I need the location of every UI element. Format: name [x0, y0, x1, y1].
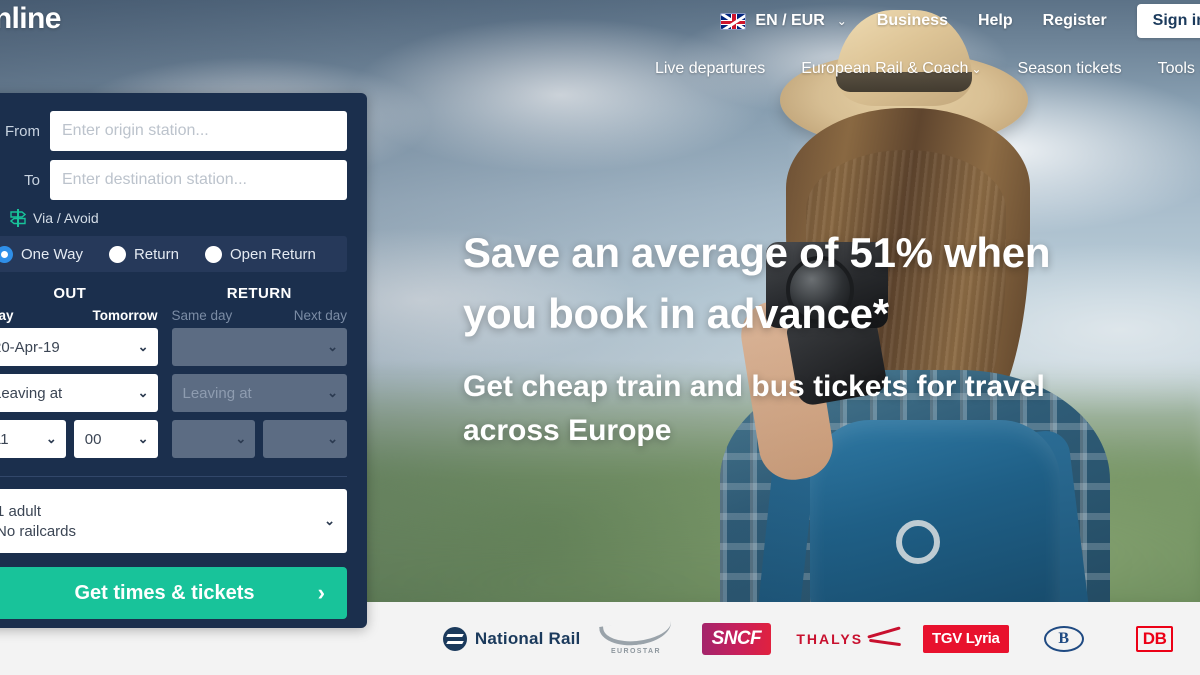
hero-subheadline: Get cheap train and bus tickets for trav… — [463, 370, 1045, 447]
language-currency-label: EN / EUR — [755, 12, 825, 29]
nav-link-register[interactable]: Register — [1043, 12, 1107, 30]
return-hour-select: ⌄ — [171, 420, 256, 458]
destination-station-input[interactable] — [50, 160, 347, 200]
outbound-tab-today[interactable]: oday — [0, 308, 14, 323]
chevron-down-icon: ⌄ — [137, 385, 149, 400]
radio-return-icon — [108, 245, 126, 263]
trip-type-open-return-label: Open Return — [230, 245, 316, 263]
thalys-swoosh-icon — [867, 628, 901, 650]
partner-logo-thalys: THALYS — [784, 628, 913, 650]
origin-station-input[interactable] — [50, 111, 347, 151]
nav-link-european-rail-coach[interactable]: European Rail & Coach ⌄ — [801, 60, 981, 78]
partner-logo-sncf: SNCF — [689, 622, 785, 655]
trainline-homepage: ainline EN / EUR ⌄ Business Help Registe… — [0, 0, 1200, 675]
outbound-date-select[interactable]: 20-Apr-19 ⌄ — [0, 328, 158, 366]
partner-logo-sncb: B — [1018, 625, 1109, 652]
journey-search-panel: From To Via / Avoid One Way Return — [0, 93, 367, 628]
outbound-hour-value: 11 — [0, 430, 9, 448]
chevron-down-icon: ⌄ — [327, 385, 338, 400]
partner-logo-national-rail: National Rail — [440, 626, 583, 651]
language-currency-selector[interactable]: EN / EUR ⌄ — [720, 12, 847, 30]
via-avoid-toggle[interactable]: Via / Avoid — [10, 209, 347, 227]
partner-logo-eurostar: EUROSTAR — [583, 618, 688, 655]
return-time-mode-select: Leaving at ⌄ — [171, 374, 347, 412]
nav-link-live-departures[interactable]: Live departures — [655, 60, 765, 78]
chevron-down-icon: ⌄ — [836, 14, 847, 28]
return-heading: RETURN — [226, 285, 292, 302]
partner-logo-tgv-lyria: TGV Lyria — [913, 624, 1018, 653]
chevron-down-icon: ⌄ — [45, 431, 57, 446]
trip-type-one-way-label: One Way — [21, 245, 83, 263]
nav-link-help[interactable]: Help — [978, 12, 1013, 30]
outbound-date-value: 20-Apr-19 — [0, 338, 60, 356]
return-column: RETURN Same day Next day ⌄ Leaving at ⌄ — [171, 278, 347, 466]
uk-flag-icon — [720, 12, 747, 30]
trip-type-return-label: Return — [133, 245, 179, 263]
eurostar-label: EUROSTAR — [610, 647, 661, 655]
return-tab-same-day[interactable]: Same day — [172, 308, 233, 323]
national-rail-icon — [442, 626, 467, 651]
sign-in-button[interactable]: Sign in — [1136, 4, 1200, 38]
outbound-tab-tomorrow[interactable]: Tomorrow — [93, 308, 158, 323]
from-label: From — [5, 122, 40, 140]
outbound-heading: OUT — [53, 285, 87, 302]
chevron-down-icon: ⌄ — [327, 431, 338, 446]
outbound-hour-select[interactable]: 11 ⌄ — [0, 420, 66, 458]
sncb-label: B — [1043, 625, 1084, 652]
trip-type-return[interactable]: Return — [108, 245, 179, 263]
hero-headline: Save an average of 51% when you book in … — [463, 229, 1051, 337]
chevron-down-icon: ⌄ — [137, 431, 149, 446]
return-tab-next-day[interactable]: Next day — [294, 308, 347, 323]
outbound-minute-select[interactable]: 00 ⌄ — [73, 420, 158, 458]
chevron-down-icon: ⌄ — [324, 513, 335, 528]
chevron-down-icon: ⌄ — [971, 62, 982, 76]
return-date-select: ⌄ — [171, 328, 347, 366]
radio-one-way-icon — [0, 245, 13, 263]
nav-link-tools[interactable]: Tools⌄ — [1158, 60, 1200, 78]
partner-logo-db: DB — [1109, 625, 1200, 652]
tgv-lyria-badge: TGV Lyria — [922, 624, 1009, 653]
chevron-down-icon: ⌄ — [137, 339, 149, 354]
passengers-railcards-select[interactable]: 1 adult No railcards ⌄ — [0, 489, 347, 553]
railcards-label: No railcards — [0, 522, 77, 540]
chevron-down-icon: ⌄ — [235, 431, 247, 446]
chevron-down-icon: ⌄ — [327, 339, 338, 354]
from-field-row: From — [0, 111, 347, 151]
trip-type-one-way[interactable]: One Way — [0, 245, 83, 263]
secondary-navigation-bar: Live departures European Rail & Coach ⌄ S… — [655, 52, 1200, 86]
return-time-mode-value: Leaving at — [182, 384, 252, 402]
nav-link-tools-label: Tools — [1157, 60, 1195, 77]
cta-label: Get times & tickets — [74, 581, 255, 604]
via-avoid-label: Via / Avoid — [33, 210, 99, 226]
trip-type-radio-group: One Way Return Open Return — [0, 236, 347, 272]
nav-link-season-tickets[interactable]: Season tickets — [1018, 60, 1122, 78]
passengers-count-label: 1 adult — [0, 502, 42, 520]
nav-link-european-rail-coach-label: European Rail & Coach — [801, 60, 969, 77]
outbound-time-mode-value: Leaving at — [0, 384, 63, 402]
national-rail-label: National Rail — [474, 628, 581, 648]
signpost-icon — [10, 209, 26, 227]
outbound-column: OUT oday Tomorrow 20-Apr-19 ⌄ Leaving at… — [0, 278, 158, 466]
tgv-lyria-label: TGV Lyria — [931, 629, 1000, 647]
trainline-logo[interactable]: ainline — [0, 2, 61, 36]
thalys-label: THALYS — [796, 630, 864, 647]
to-label: To — [24, 171, 40, 189]
panel-divider — [0, 476, 347, 477]
nav-link-business[interactable]: Business — [877, 12, 948, 30]
eurostar-swoosh-icon — [599, 618, 673, 649]
get-times-and-tickets-button[interactable]: Get times & tickets › — [0, 567, 347, 619]
to-field-row: To — [0, 160, 347, 200]
chevron-right-icon: › — [317, 580, 325, 605]
radio-open-return-icon — [205, 245, 222, 263]
trip-type-open-return[interactable]: Open Return — [205, 245, 316, 263]
top-navigation-bar: ainline EN / EUR ⌄ Business Help Registe… — [0, 0, 1200, 42]
outbound-time-mode-select[interactable]: Leaving at ⌄ — [0, 374, 158, 412]
return-minute-select: ⌄ — [263, 420, 347, 458]
outbound-minute-value: 00 — [84, 430, 102, 448]
sncf-label: SNCF — [701, 622, 771, 655]
hero-copy: Save an average of 51% when you book in … — [463, 222, 1123, 453]
db-label: DB — [1135, 625, 1174, 652]
